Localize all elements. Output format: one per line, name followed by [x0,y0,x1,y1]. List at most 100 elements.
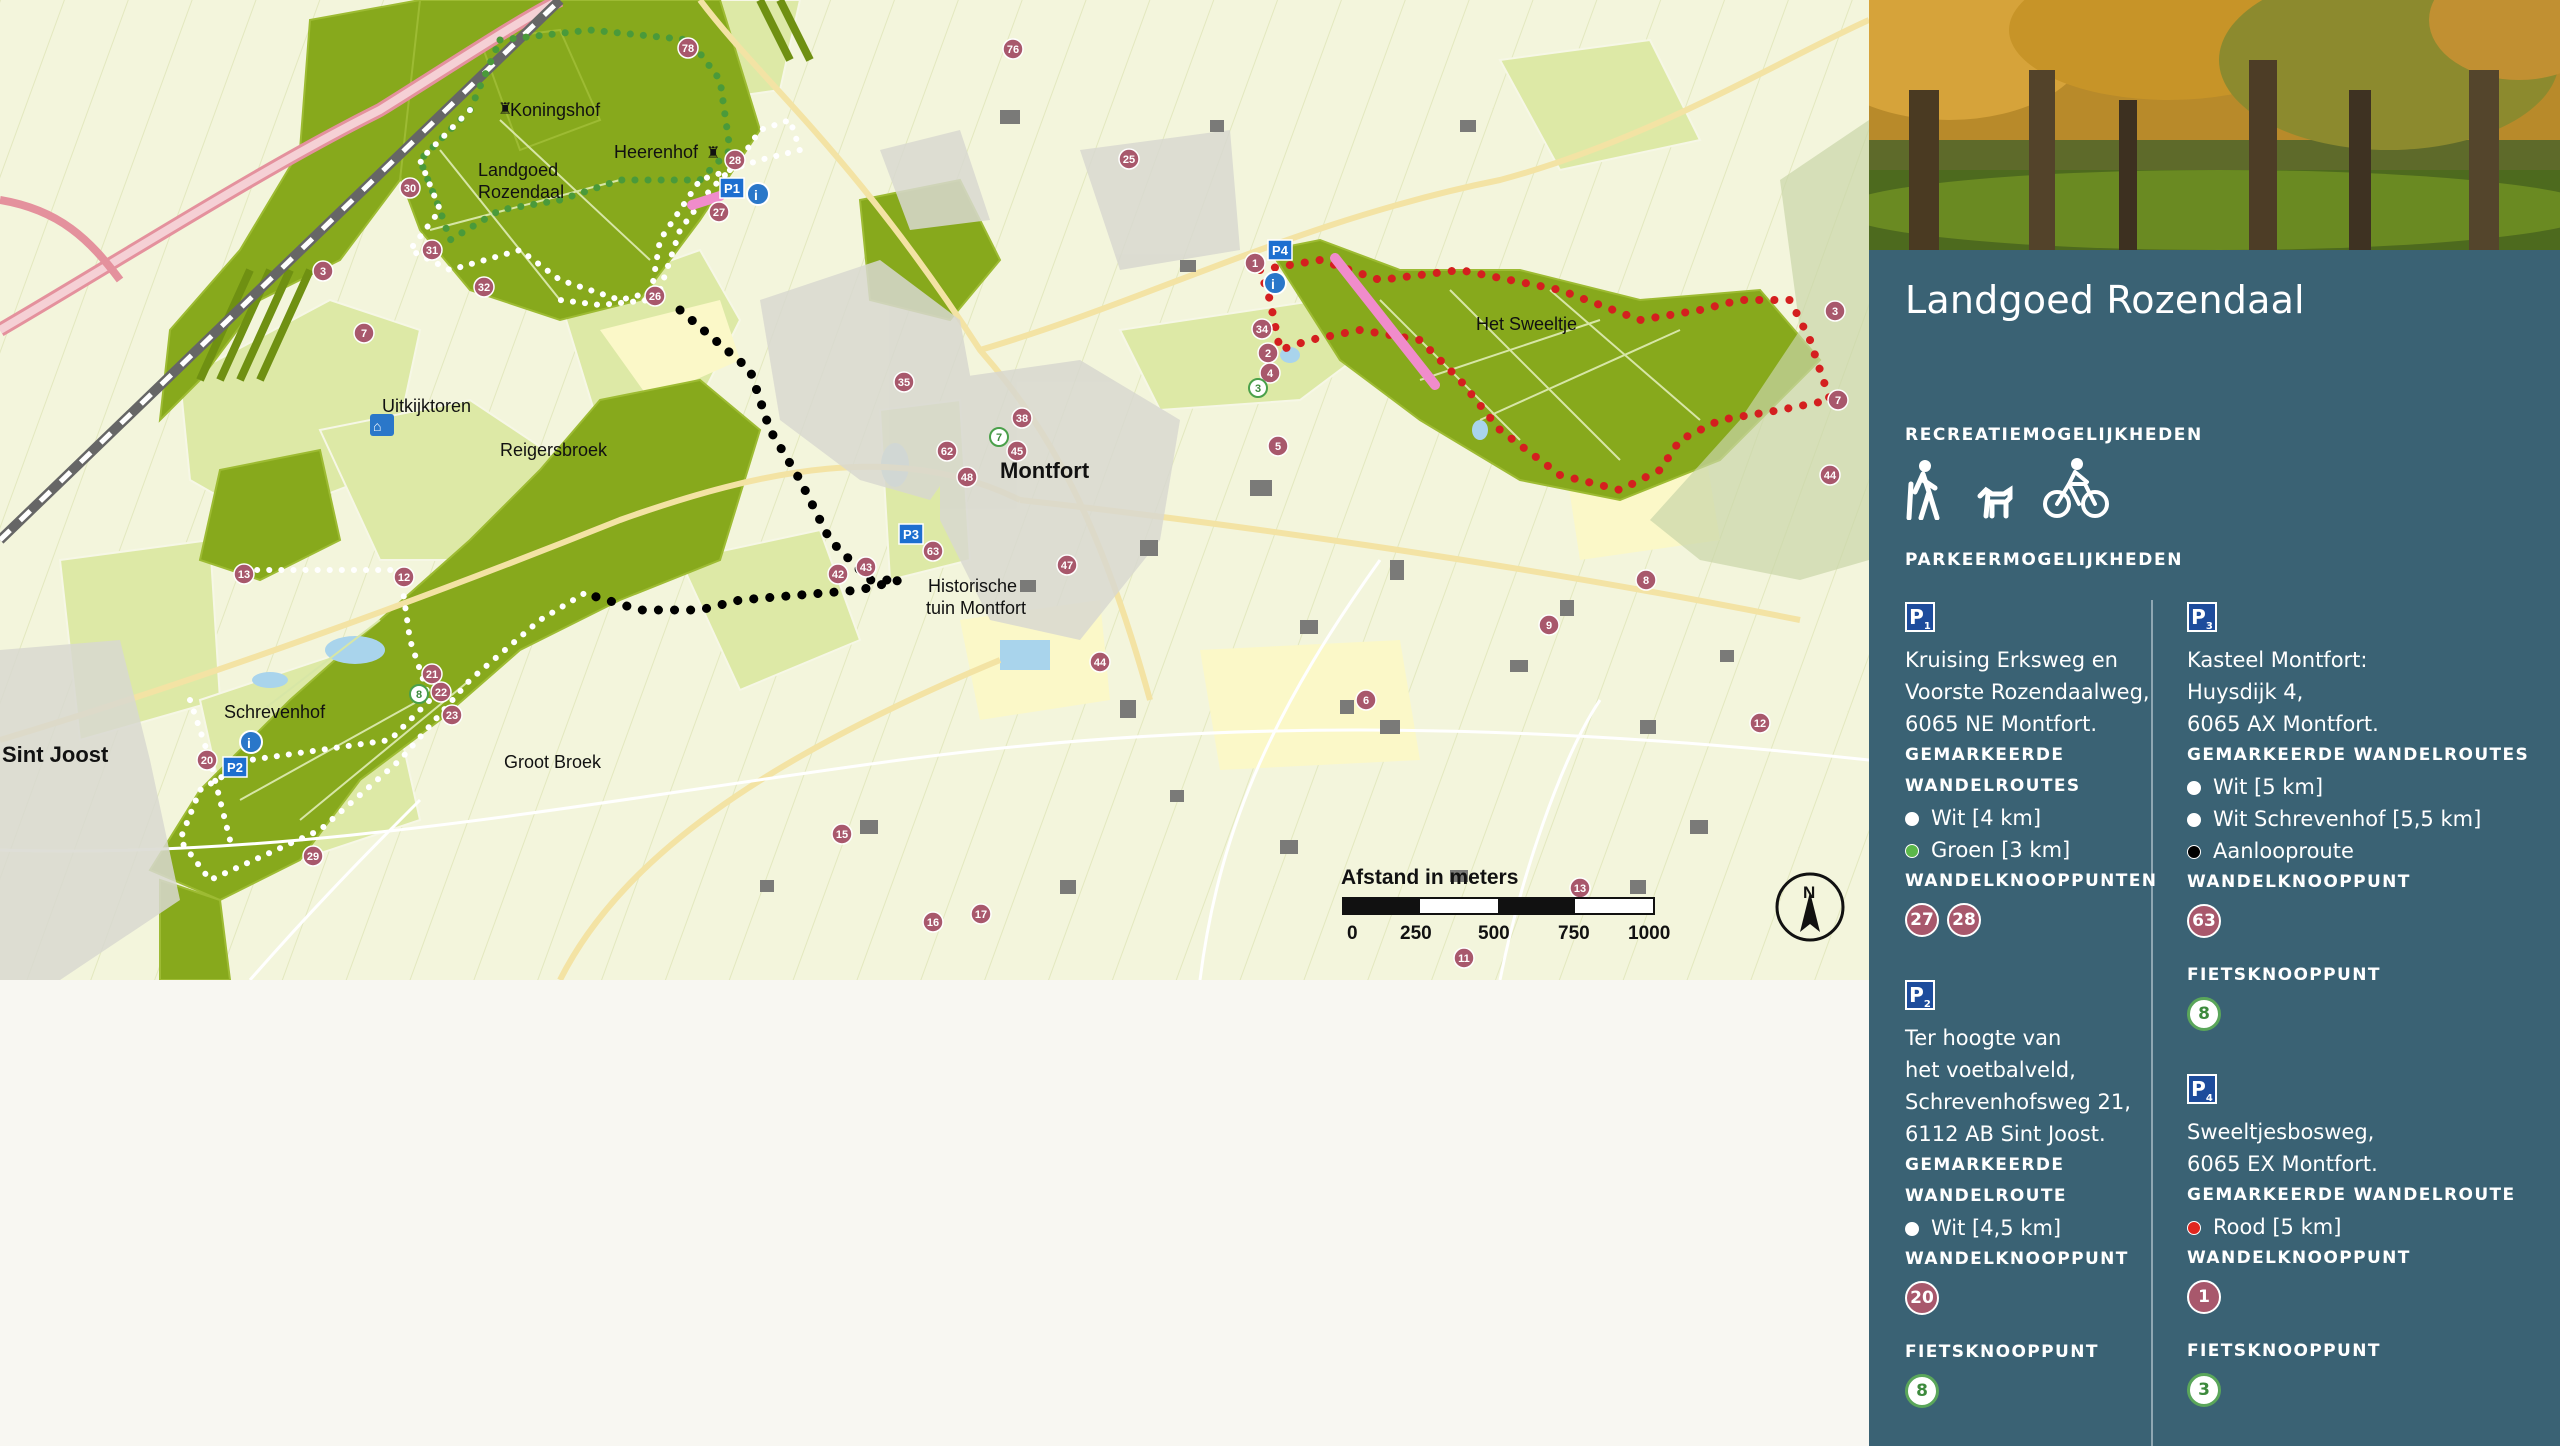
junction-marker[interactable]: 5 [1267,435,1289,457]
junction-label: 32 [478,282,490,294]
cycle-junction-marker[interactable]: 3 [1248,378,1268,398]
junction-label: 1 [1252,258,1258,270]
parking-marker[interactable]: P1 [719,177,745,199]
junction-label: 63 [927,546,939,558]
junction-marker[interactable]: 6 [1355,689,1377,711]
junction-marker[interactable]: 15 [831,823,853,845]
junction-marker[interactable]: 76 [1002,38,1024,60]
parking-label: P2 [227,760,243,775]
label-koningshof: Koningshof [510,100,601,120]
junction-label: 3 [320,266,326,278]
p1-address-3: 6065 NE Montfort. [1905,712,2098,736]
junction-marker[interactable]: 44 [1819,464,1841,486]
p2-knoop-heading: WANDELKNOOPPUNT [1905,1249,2129,1269]
junction-label: 29 [307,851,319,863]
knooppunt-badge: 1 [2187,1280,2221,1314]
scale-title: Afstand in meters [1341,866,1518,889]
info-icon[interactable]: i [239,730,263,754]
junction-label: 30 [404,183,416,195]
junction-marker[interactable]: 48 [956,466,978,488]
junction-marker[interactable]: 34 [1251,318,1273,340]
junction-marker[interactable]: 13 [1569,877,1591,899]
junction-marker[interactable]: 26 [644,285,666,307]
junction-marker[interactable]: 35 [893,371,915,393]
label-landgoed-2: Rozendaal [478,182,564,202]
junction-marker[interactable]: 44 [1089,651,1111,673]
junction-marker[interactable]: 47 [1056,554,1078,576]
junction-marker[interactable]: 62 [936,440,958,462]
cycle-junction-marker[interactable]: 8 [409,684,429,704]
parking-marker[interactable]: P4 [1267,239,1293,261]
junction-marker[interactable]: 25 [1118,148,1140,170]
route-dot-icon [1905,812,1919,826]
recreatie-icons [1905,456,2133,526]
junction-label: 6 [1363,695,1369,707]
junction-marker[interactable]: 78 [677,37,699,59]
junction-marker[interactable]: 29 [302,845,324,867]
scale-tick-label: 250 [1400,923,1432,944]
p2-routes-heading-1: GEMARKEERDE [1905,1155,2065,1175]
p1-address-1: Kruising Erksweg en [1905,648,2118,672]
info-icon[interactable]: i [746,182,770,206]
cycle-junction-label: 8 [416,689,422,701]
junction-marker[interactable]: 27 [708,201,730,223]
junction-marker[interactable]: 1 [1244,252,1266,274]
junction-marker[interactable]: 23 [441,704,463,726]
junction-marker[interactable]: 12 [393,566,415,588]
junction-marker[interactable]: 11 [1453,947,1475,969]
junction-marker[interactable]: 38 [1011,407,1033,429]
p4-route-1: Rood [5 km] [2187,1211,2547,1243]
junction-marker[interactable]: 43 [855,556,877,578]
junction-marker[interactable]: 28 [724,149,746,171]
map[interactable]: Koningshof Landgoed Rozendaal Heerenhof … [0,0,1869,980]
junction-marker[interactable]: 42 [827,563,849,585]
junction-marker[interactable]: 45 [1006,440,1028,462]
svg-text:i: i [754,187,758,203]
junction-marker[interactable]: 13 [233,563,255,585]
scale-tick-label: 750 [1558,923,1590,944]
parking-marker[interactable]: P3 [898,523,924,545]
p3-address-3: 6065 AX Montfort. [2187,712,2379,736]
cycle-junction-marker[interactable]: 7 [989,427,1009,447]
parking-label: P4 [1272,243,1289,258]
cycle-junction-label: 7 [996,432,1002,444]
junction-marker[interactable]: 31 [421,239,443,261]
junction-marker[interactable]: 63 [922,540,944,562]
label-historische-1: Historische [928,576,1017,596]
junction-label: 7 [1835,395,1841,407]
p3-route-3: Aanlooproute [2187,835,2547,867]
parking-badge: P1 [1905,602,1935,632]
junction-label: 9 [1546,620,1552,632]
junction-marker[interactable]: 3 [312,260,334,282]
p1-address-2: Voorste Rozendaalweg, [1905,680,2150,704]
p2-address-2: het voetbalveld, [1905,1058,2076,1082]
svg-text:i: i [1271,276,1275,292]
p3-route-2: Wit Schrevenhof [5,5 km] [2187,803,2547,835]
info-icon[interactable]: i [1263,271,1287,295]
scale-tick-label: 1000 [1628,923,1670,944]
parking-p2: P2 Ter hoogte van het voetbalveld, Schre… [1905,974,2165,1416]
dog-icon [1974,480,2014,524]
junction-marker[interactable]: 9 [1538,614,1560,636]
junction-marker[interactable]: 32 [473,276,495,298]
junction-marker[interactable]: 2 [1257,342,1279,364]
junction-marker[interactable]: 8 [1635,569,1657,591]
route-dot-icon [1905,1222,1919,1236]
junction-marker[interactable]: 7 [1827,389,1849,411]
junction-marker[interactable]: 16 [922,911,944,933]
junction-marker[interactable]: 12 [1749,712,1771,734]
junction-marker[interactable]: 3 [1824,300,1846,322]
junction-label: 5 [1275,441,1281,453]
svg-text:i: i [247,735,251,751]
parking-marker[interactable]: P2 [222,756,248,778]
junction-marker[interactable]: 30 [399,177,421,199]
route-dot-icon [2187,845,2201,859]
junction-marker[interactable]: 7 [353,322,375,344]
junction-marker[interactable]: 20 [196,749,218,771]
junction-label: 43 [860,562,872,574]
junction-marker[interactable]: 22 [430,681,452,703]
junction-marker[interactable]: 21 [421,663,443,685]
knooppunt-badge: 20 [1905,1281,1939,1315]
info-panel: Landgoed Rozendaal RECREATIEMOGELIJKHEDE… [1869,0,2560,1446]
junction-marker[interactable]: 17 [970,903,992,925]
